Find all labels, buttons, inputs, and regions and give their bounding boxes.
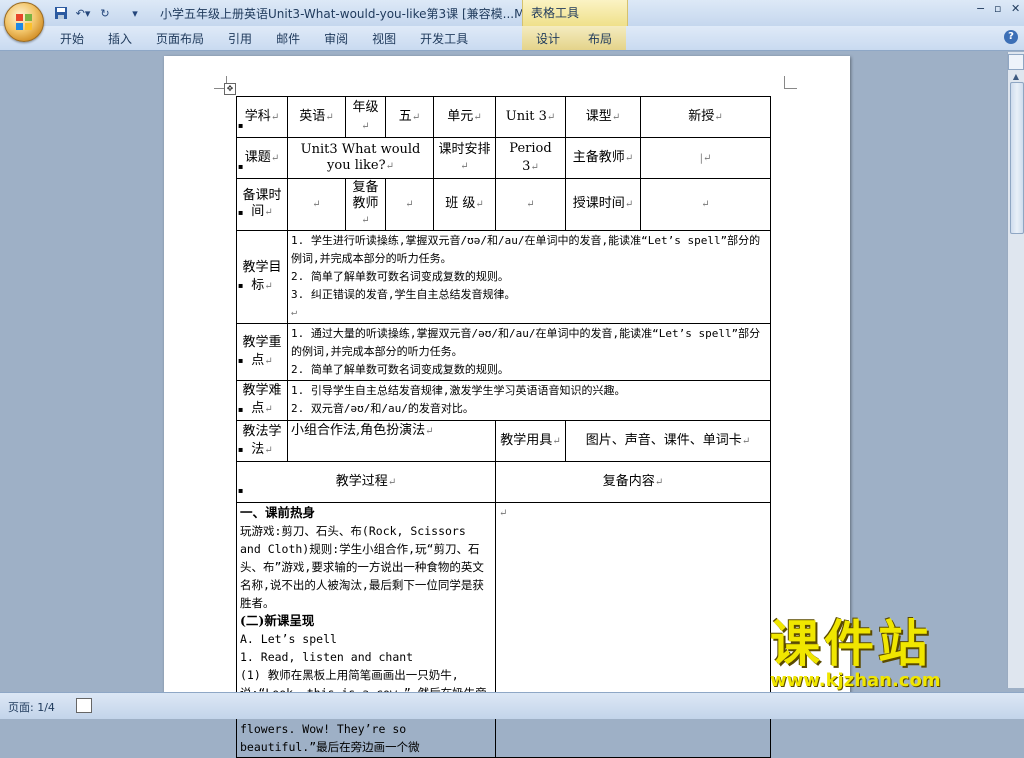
restore-icon[interactable]: ▫ xyxy=(994,2,1001,15)
help-icon[interactable]: ? xyxy=(1004,30,1018,44)
status-bar: 页面: 1/4 xyxy=(0,692,1024,719)
cell-class[interactable]: ↵ xyxy=(495,178,566,231)
scroll-thumb[interactable] xyxy=(1010,82,1024,234)
cell-class-label[interactable]: 班 级↵ xyxy=(433,178,496,231)
cell-type-label[interactable]: 课型↵ xyxy=(565,96,641,138)
office-logo-icon xyxy=(16,14,32,30)
cell-process-header[interactable]: ▪ 教学过程↵ xyxy=(236,461,496,503)
cell-teach-time-label[interactable]: 授课时间↵ xyxy=(565,178,641,231)
cell-grade[interactable]: 五↵ xyxy=(385,96,434,138)
cell-main-teacher[interactable]: |↵ xyxy=(640,137,771,179)
tab-review[interactable]: 审阅 xyxy=(312,30,360,48)
cell-subject[interactable]: 英语↵ xyxy=(287,96,346,138)
cell-review-header[interactable]: 复备内容↵ xyxy=(495,461,771,503)
office-button[interactable] xyxy=(4,2,44,42)
watermark-text: 课件站 xyxy=(770,615,932,673)
proofing-icon[interactable] xyxy=(76,698,92,713)
watermark-logo: 课件站 www.kjzhan.com xyxy=(770,615,1010,691)
cell-grade-label[interactable]: 年级↵ xyxy=(345,96,386,138)
cell-unit[interactable]: Unit 3↵ xyxy=(495,96,566,138)
tab-page-layout[interactable]: 页面布局 xyxy=(144,30,216,48)
cell-difficult-label[interactable]: ▪ 教学难点↵ xyxy=(236,380,288,421)
cell-unit-label[interactable]: 单元↵ xyxy=(433,96,496,138)
cell-method-label[interactable]: ▪ 教法学法↵ xyxy=(236,420,288,462)
margin-corner-mark xyxy=(784,76,797,89)
close-icon[interactable]: ✕ xyxy=(1011,2,1020,15)
cell-review-teacher[interactable]: ↵ xyxy=(385,178,434,231)
table-tools-tabs: 设计 布局 xyxy=(522,26,626,50)
table-tools-context: 表格工具 xyxy=(522,0,628,26)
scroll-up-icon[interactable]: ▲ xyxy=(1011,72,1021,82)
cell-teach-time[interactable]: ↵ xyxy=(640,178,771,231)
cell-prep-time[interactable]: ↵ xyxy=(287,178,346,231)
cell-method[interactable]: 小组合作法,角色扮演法↵ xyxy=(287,420,496,462)
tab-insert[interactable]: 插入 xyxy=(96,30,144,48)
cell-review-content[interactable]: ↵ xyxy=(495,502,771,758)
tab-layout[interactable]: 布局 xyxy=(576,30,624,48)
lesson-plan-table: ▪ 学科↵ 英语↵ 年级↵ 五↵ 单元↵ Unit 3↵ 课型↵ 新授↵ ▪ 课题↵… xyxy=(236,96,771,758)
tab-design[interactable]: 设计 xyxy=(524,30,572,48)
cell-period[interactable]: Period 3↵ xyxy=(495,137,566,179)
table-move-handle-icon[interactable]: ✥ xyxy=(224,83,236,95)
cell-prep-time-label[interactable]: ▪ 备课时间↵ xyxy=(236,178,288,231)
cell-period-label[interactable]: 课时安排↵ xyxy=(433,137,496,179)
cell-topic[interactable]: Unit3 What would you like?↵ xyxy=(287,137,434,179)
cell-subject-label[interactable]: ▪ 学科↵ xyxy=(236,96,288,138)
cell-goals[interactable]: 1. 学生进行听读操练,掌握双元音/ʊə/和/au/在单词中的发音,能读准“Le… xyxy=(287,230,771,324)
cell-type[interactable]: 新授↵ xyxy=(640,96,771,138)
cell-difficult[interactable]: 1. 引导学生自主总结发音规律,激发学生学习英语语音知识的兴趣。 2. 双元音/… xyxy=(287,380,771,421)
page-indicator[interactable]: 页面: 1/4 xyxy=(8,699,55,715)
save-icon[interactable] xyxy=(52,4,70,22)
cell-process[interactable]: 一、课前热身 玩游戏:剪刀、石头、布(Rock, Scissors and Cl… xyxy=(236,502,496,758)
redo-icon[interactable]: ↻ xyxy=(96,4,114,22)
undo-icon[interactable]: ↶▾ xyxy=(74,4,92,22)
tab-references[interactable]: 引用 xyxy=(216,30,264,48)
cell-tools-label[interactable]: 教学用具↵ xyxy=(495,420,566,462)
cell-goals-label[interactable]: ▪ 教学目标↵ xyxy=(236,230,288,324)
tab-home[interactable]: 开始 xyxy=(48,30,96,48)
cell-main-teacher-label[interactable]: 主备教师↵ xyxy=(565,137,641,179)
view-ruler-icon[interactable] xyxy=(1008,54,1024,70)
vertical-scrollbar[interactable]: ▲ xyxy=(1007,52,1024,688)
tab-view[interactable]: 视图 xyxy=(360,30,408,48)
cell-topic-label[interactable]: ▪ 课题↵ xyxy=(236,137,288,179)
cell-key-label[interactable]: ▪ 教学重点↵ xyxy=(236,323,288,381)
table-tools-label: 表格工具 xyxy=(531,6,580,20)
tab-mailings[interactable]: 邮件 xyxy=(264,30,312,48)
quick-access-toolbar: ↶▾ ↻ ▾ xyxy=(52,4,148,22)
tab-developer[interactable]: 开发工具 xyxy=(408,30,480,48)
cell-tools[interactable]: 图片、声音、课件、单词卡↵ xyxy=(565,420,771,462)
watermark-url: www.kjzhan.com xyxy=(770,670,941,691)
title-bar: ↶▾ ↻ ▾ 小学五年级上册英语Unit3-What-would-you-lik… xyxy=(0,0,1024,26)
cell-key[interactable]: 1. 通过大量的听读操练,掌握双元音/əʊ/和/au/在单词中的发音,能读准“L… xyxy=(287,323,771,381)
ribbon-tabs: 开始 插入 页面布局 引用 邮件 审阅 视图 开发工具 xyxy=(0,26,1024,51)
customize-qa-icon[interactable]: ▾ xyxy=(126,4,144,22)
minimize-icon[interactable]: − xyxy=(976,2,985,15)
window-title: 小学五年级上册英语Unit3-What-would-you-like第3课 [兼… xyxy=(160,7,525,21)
cell-review-teacher-label[interactable]: 复备教师↵ xyxy=(345,178,386,231)
